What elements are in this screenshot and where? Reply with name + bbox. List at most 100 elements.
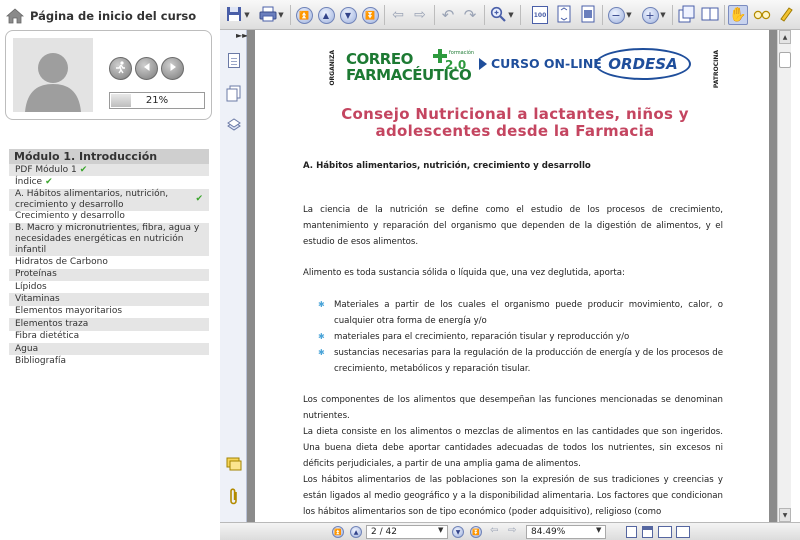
page-layout-button[interactable] bbox=[700, 5, 720, 25]
module-item[interactable]: B. Macro y micronutrientes, fibra, agua … bbox=[9, 223, 209, 257]
toolbar-divider bbox=[290, 5, 291, 25]
forward-button[interactable]: ⇨ bbox=[410, 5, 430, 25]
zoom-in-dropdown[interactable]: ▼ bbox=[658, 5, 668, 25]
bullet-list: Materiales a partir de los cuales el org… bbox=[318, 297, 723, 377]
scroll-up-button[interactable]: ▲ bbox=[779, 30, 791, 44]
attachments-button[interactable] bbox=[225, 488, 242, 507]
previous-page-button[interactable]: ▲ bbox=[316, 5, 336, 25]
module-item[interactable]: Fibra dietética bbox=[9, 330, 209, 343]
section-heading: A. Hábitos alimentarios, nutrición, crec… bbox=[303, 161, 591, 171]
module-item[interactable]: Lípidos bbox=[9, 280, 209, 294]
continuous-facing-view-button[interactable] bbox=[676, 526, 690, 538]
printer-icon bbox=[259, 6, 277, 25]
undo-button[interactable]: ↶ bbox=[438, 5, 458, 25]
triangle-down-icon: ▼ bbox=[782, 511, 788, 519]
pages-icon bbox=[226, 85, 242, 105]
bookmarks-button[interactable] bbox=[225, 85, 242, 105]
single-page-view-button[interactable] bbox=[626, 526, 637, 538]
actual-size-button[interactable]: 100 bbox=[530, 5, 550, 25]
arrow-down-icon: ▼ bbox=[455, 528, 461, 536]
document-headline: Consejo Nutricional a lactantes, niños y… bbox=[295, 106, 735, 140]
print-menu-dropdown[interactable]: ▼ bbox=[276, 5, 286, 25]
organiza-label: ORGANIZA bbox=[329, 50, 336, 86]
rotate-page-icon bbox=[677, 5, 695, 26]
triangle-up-icon: ▲ bbox=[782, 33, 788, 41]
layers-button[interactable] bbox=[225, 118, 242, 135]
module-item[interactable]: Elementos traza bbox=[9, 318, 209, 331]
module-item[interactable]: Proteínas bbox=[9, 268, 209, 281]
vertical-scrollbar[interactable]: ▲ ▼ bbox=[777, 30, 791, 522]
next-page-button[interactable]: ▼ bbox=[338, 5, 358, 25]
scrollbar-thumb[interactable] bbox=[779, 52, 791, 68]
module-item-label: Crecimiento y desarrollo bbox=[15, 211, 125, 222]
zoom-menu-dropdown[interactable]: ▼ bbox=[506, 5, 516, 25]
page-thumbnails-button[interactable] bbox=[225, 52, 242, 69]
redo-button[interactable]: ↷ bbox=[460, 5, 480, 25]
document-viewport[interactable]: ORGANIZA CORREO formación 2.0 FARMACÉUTI… bbox=[247, 30, 777, 522]
previous-page-button-bottom[interactable]: ▲ bbox=[350, 526, 362, 538]
toolbar-divider bbox=[484, 5, 485, 25]
previous-button[interactable] bbox=[135, 57, 158, 80]
zoom-in-button[interactable]: + bbox=[640, 5, 660, 25]
zoom-level-field[interactable]: 84.49% bbox=[526, 525, 606, 539]
save-button[interactable] bbox=[224, 5, 244, 25]
module-item[interactable]: Elementos mayoritarios bbox=[9, 305, 209, 319]
select-text-button[interactable] bbox=[752, 5, 772, 25]
last-page-button-bottom[interactable]: ⏬ bbox=[470, 526, 482, 538]
module-item[interactable]: Bibliografía bbox=[9, 355, 209, 368]
minus-icon: − bbox=[607, 6, 625, 24]
module-item-label: Bibliografía bbox=[15, 355, 67, 366]
chevron-down-icon: ▼ bbox=[626, 11, 632, 19]
module-item[interactable]: Vitaminas bbox=[9, 293, 209, 306]
paragraph: Los hábitos alimentarios de las poblacio… bbox=[303, 475, 723, 517]
facing-view-button[interactable] bbox=[658, 526, 672, 538]
zoom-out-dropdown[interactable]: ▼ bbox=[624, 5, 634, 25]
comments-button[interactable] bbox=[225, 456, 242, 473]
hand-tool-button[interactable]: ✋ bbox=[728, 5, 748, 25]
module-item-label: Proteínas bbox=[15, 269, 57, 280]
scroll-down-button[interactable]: ▼ bbox=[779, 508, 791, 522]
module-item[interactable]: Agua bbox=[9, 342, 209, 356]
module-item-list: PDF Módulo 1 ✔ Índice ✔ A. Hábitos alimentar… bbox=[9, 164, 209, 368]
run-button[interactable] bbox=[109, 57, 132, 80]
plus-icon: + bbox=[641, 6, 659, 24]
forward-button-bottom[interactable]: ⇨ bbox=[508, 525, 516, 536]
zoom-dropdown[interactable]: ▼ bbox=[596, 526, 601, 534]
course-home-link[interactable]: Página de inicio del curso bbox=[5, 6, 196, 26]
module-item-label: Fibra dietética bbox=[15, 331, 80, 342]
course-status-box: 21% bbox=[5, 30, 212, 120]
first-page-button-bottom[interactable]: ⏫ bbox=[332, 526, 344, 538]
page-dropdown[interactable]: ▼ bbox=[438, 526, 443, 534]
module-item[interactable]: A. Hábitos alimentarios, nutrición, crec… bbox=[9, 188, 209, 211]
fit-width-button[interactable] bbox=[578, 5, 598, 25]
zoom-tool-button[interactable] bbox=[488, 5, 508, 25]
last-page-button[interactable]: ⏬ bbox=[360, 5, 380, 25]
chevron-down-icon: ▼ bbox=[438, 526, 444, 534]
toolbar-divider bbox=[434, 5, 435, 25]
undo-icon: ↶ bbox=[441, 6, 455, 24]
continuous-view-button[interactable] bbox=[642, 526, 653, 538]
paragraph: La dieta consiste en los alimentos o mez… bbox=[303, 427, 723, 469]
back-button-bottom[interactable]: ⇦ bbox=[490, 525, 498, 536]
page-indicator: 2 / 42 bbox=[371, 527, 397, 537]
highlight-tool-button[interactable] bbox=[776, 5, 796, 25]
module-item[interactable]: PDF Módulo 1 ✔ bbox=[9, 164, 209, 177]
module-item[interactable]: Hidratos de Carbono bbox=[9, 256, 209, 269]
actual-size-icon: 100 bbox=[532, 6, 548, 24]
zoom-out-button[interactable]: − bbox=[606, 5, 626, 25]
save-menu-dropdown[interactable]: ▼ bbox=[242, 5, 252, 25]
module-item[interactable]: Índice ✔ bbox=[9, 176, 209, 189]
print-button[interactable] bbox=[258, 5, 278, 25]
page-number-field[interactable]: 2 / 42 bbox=[366, 525, 448, 539]
toolbar-divider bbox=[672, 5, 673, 25]
rotate-button[interactable] bbox=[676, 5, 696, 25]
first-page-button[interactable]: ⏫ bbox=[294, 5, 314, 25]
back-button[interactable]: ⇦ bbox=[388, 5, 408, 25]
checkmark-icon: ✔ bbox=[45, 177, 53, 188]
pdf-toolbar: ▼ ▼ ⏫ ▲ ▼ ⏬ ⇦ ⇨ ↶ ↷ ▼ 100 − ▼ + ▼ ✋ bbox=[220, 0, 800, 30]
headline-line-2: adolescentes desde la Farmacia bbox=[375, 122, 655, 140]
fit-page-button[interactable] bbox=[554, 5, 574, 25]
next-page-button-bottom[interactable]: ▼ bbox=[452, 526, 464, 538]
module-item[interactable]: Crecimiento y desarrollo bbox=[9, 210, 209, 224]
next-button[interactable] bbox=[161, 57, 184, 80]
